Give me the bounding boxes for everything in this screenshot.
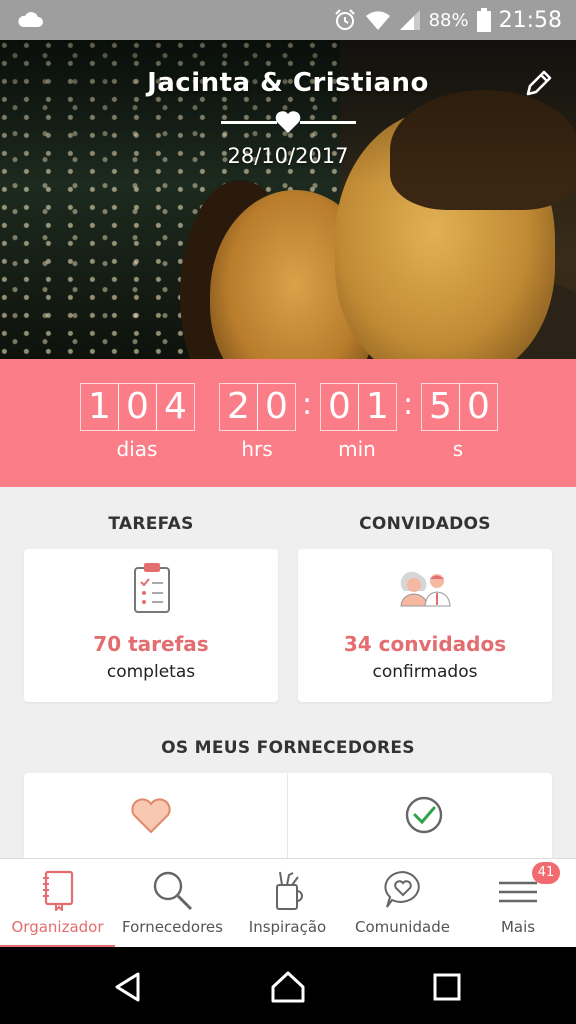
- guests-card[interactable]: 34 convidados confirmados: [298, 549, 552, 702]
- search-icon: [153, 871, 192, 911]
- countdown-digit: 0: [459, 383, 498, 431]
- couple-names: Jacinta & Cristiano: [147, 68, 429, 98]
- countdown-digit: 1: [358, 383, 397, 431]
- countdown-digit: 0: [320, 383, 359, 431]
- tasks-card[interactable]: 70 tarefas completas: [24, 549, 278, 702]
- guests-count: 34 convidados: [343, 632, 507, 656]
- countdown-digit: 0: [257, 383, 296, 431]
- seconds-label: s: [452, 437, 464, 461]
- home-icon[interactable]: [270, 970, 306, 1004]
- countdown-digit: 1: [80, 383, 119, 431]
- heart-icon: [275, 111, 301, 133]
- alarm-icon: [334, 9, 355, 30]
- wifi-icon: [365, 11, 390, 30]
- battery-percent: 88%: [428, 9, 469, 31]
- minutes-label: min: [338, 437, 376, 461]
- tasks-title: TAREFAS: [108, 514, 194, 534]
- edit-pencil-icon[interactable]: [522, 66, 556, 100]
- notification-badge: 41: [532, 862, 560, 884]
- nav-inspiracao[interactable]: Inspiração: [230, 859, 345, 948]
- notebook-icon: [42, 870, 73, 911]
- hours-label: hrs: [241, 437, 273, 461]
- guests-title: CONVIDADOS: [359, 514, 491, 534]
- nav-label: Fornecedores: [122, 918, 223, 936]
- countdown-digit: 5: [421, 383, 460, 431]
- nav-comunidade[interactable]: Comunidade: [345, 859, 460, 948]
- guests-subtitle: confirmados: [372, 662, 478, 682]
- cloud-icon: [18, 12, 43, 27]
- nav-organizador[interactable]: Organizador: [0, 859, 115, 948]
- days-label: dias: [116, 437, 158, 461]
- wedding-countdown: 1 0 4 2 0 : 0 1 : 5 0 dias hrs min s: [0, 359, 576, 487]
- nav-label: Inspiração: [248, 918, 327, 936]
- nav-fornecedores[interactable]: Fornecedores: [115, 859, 230, 948]
- checklist-icon: [134, 563, 170, 613]
- battery-icon: [476, 8, 491, 32]
- chat-heart-icon: [383, 870, 420, 908]
- nav-label: Mais: [500, 918, 536, 936]
- bottom-navigation: Organizador Fornecedores Inspiração Comu: [0, 858, 576, 948]
- nav-label: Comunidade: [355, 918, 450, 936]
- countdown-digit: 2: [219, 383, 258, 431]
- clock: 21:58: [498, 7, 562, 33]
- recents-icon[interactable]: [433, 973, 461, 1001]
- heart-outline-icon: [131, 798, 171, 834]
- wedding-date: 28/10/2017: [227, 144, 349, 168]
- screen: 88% 21:58 Jacinta & Cristiano 28/10/2017…: [0, 0, 576, 1024]
- system-navigation-bar: [0, 947, 576, 1024]
- countdown-digit: 4: [156, 383, 195, 431]
- pencil-cup-icon: [275, 871, 303, 910]
- vendors-title: OS MEUS FORNECEDORES: [161, 738, 415, 758]
- tasks-count: 70 tarefas: [93, 632, 209, 656]
- nav-label: Organizador: [11, 918, 104, 936]
- signal-icon: [399, 10, 420, 30]
- back-icon[interactable]: [112, 971, 144, 1003]
- couple-icon: [400, 571, 451, 607]
- tasks-subtitle: completas: [106, 662, 196, 682]
- status-bar: 88% 21:58: [0, 0, 576, 40]
- countdown-digit: 0: [118, 383, 157, 431]
- check-circle-icon: [405, 796, 443, 834]
